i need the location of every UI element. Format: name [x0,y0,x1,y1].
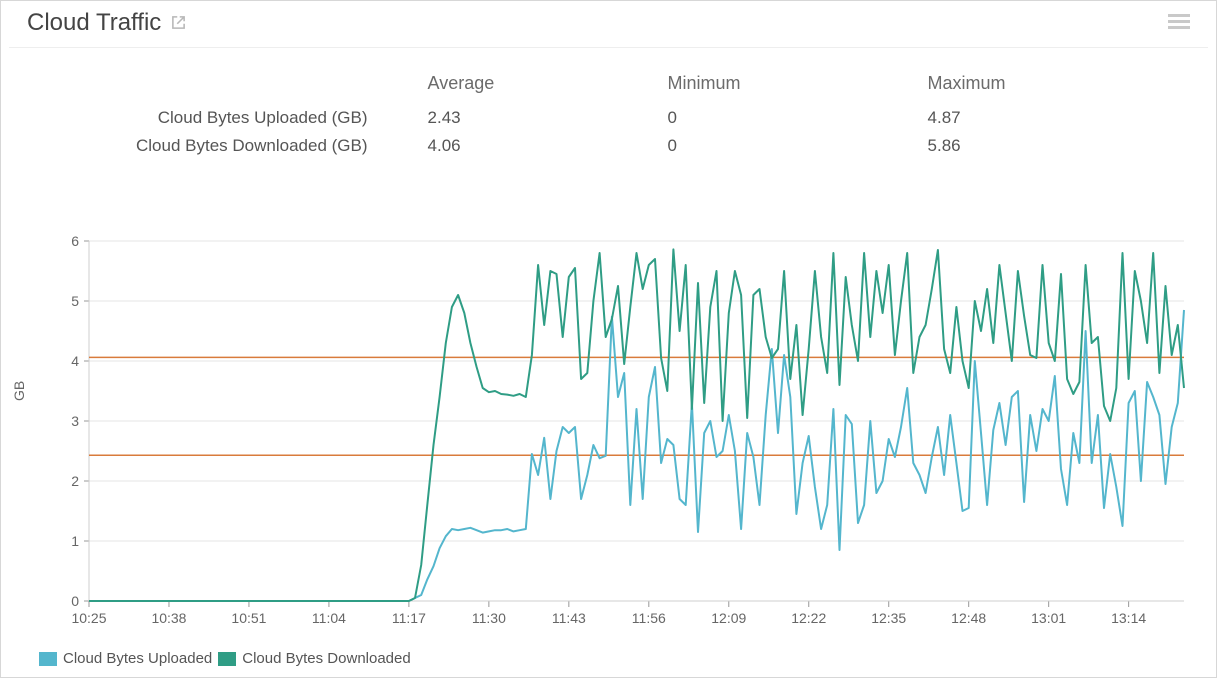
svg-text:11:30: 11:30 [472,610,506,626]
legend-swatch-downloaded[interactable] [218,652,236,666]
stats-table: Average Minimum Maximum Cloud Bytes Uplo… [136,73,1128,160]
line-chart[interactable]: 0 1 2 3 4 5 6 10:25 10:38 10:51 11:04 11:17 11:30 11:… [39,231,1194,631]
hamburger-menu-icon[interactable] [1168,14,1190,32]
svg-text:6: 6 [71,233,79,249]
svg-text:12:48: 12:48 [951,610,986,626]
panel-title-wrap: Cloud Traffic [27,9,186,37]
cloud-traffic-panel: Cloud Traffic Average Minimum Maximum Cl… [0,0,1217,678]
table-row: Cloud Bytes Downloaded (GB) 4.06 0 5.86 [136,132,1128,160]
row-label-downloaded: Cloud Bytes Downloaded (GB) [136,132,428,160]
chart-area[interactable]: 0 1 2 3 4 5 6 10:25 10:38 10:51 11:04 11:17 11:30 11:… [39,231,1194,631]
table-row: Cloud Bytes Uploaded (GB) 2.43 0 4.87 [136,104,1128,132]
col-header-minimum: Minimum [668,73,928,104]
svg-text:5: 5 [71,293,79,309]
popout-icon[interactable] [171,9,186,37]
svg-text:11:17: 11:17 [392,610,426,626]
legend-swatch-uploaded[interactable] [39,652,57,666]
svg-text:3: 3 [71,413,79,429]
cell-downloaded-min: 0 [668,132,928,160]
cell-downloaded-max: 5.86 [928,132,1128,160]
cell-uploaded-min: 0 [668,104,928,132]
svg-text:11:04: 11:04 [312,610,346,626]
panel-title: Cloud Traffic [27,9,161,37]
svg-text:12:09: 12:09 [711,610,746,626]
legend-label-uploaded[interactable]: Cloud Bytes Uploaded [63,650,212,667]
svg-text:13:14: 13:14 [1111,610,1146,626]
svg-text:10:51: 10:51 [231,610,266,626]
svg-text:12:22: 12:22 [791,610,826,626]
svg-text:11:56: 11:56 [632,610,666,626]
svg-text:13:01: 13:01 [1031,610,1066,626]
svg-text:0: 0 [71,593,79,609]
cell-downloaded-avg: 4.06 [428,132,668,160]
chart-legend: Cloud Bytes Uploaded Cloud Bytes Downloa… [39,650,411,667]
svg-text:2: 2 [71,473,79,489]
legend-label-downloaded[interactable]: Cloud Bytes Downloaded [242,650,410,667]
cell-uploaded-max: 4.87 [928,104,1128,132]
svg-text:12:35: 12:35 [871,610,906,626]
row-label-uploaded: Cloud Bytes Uploaded (GB) [136,104,428,132]
y-axis-label: GB [11,381,27,401]
col-header-average: Average [428,73,668,104]
svg-text:10:38: 10:38 [151,610,186,626]
svg-text:1: 1 [71,533,79,549]
panel-header: Cloud Traffic [9,1,1208,48]
cell-uploaded-avg: 2.43 [428,104,668,132]
svg-text:10:25: 10:25 [71,610,106,626]
col-header-maximum: Maximum [928,73,1128,104]
svg-text:4: 4 [71,353,79,369]
svg-text:11:43: 11:43 [552,610,586,626]
